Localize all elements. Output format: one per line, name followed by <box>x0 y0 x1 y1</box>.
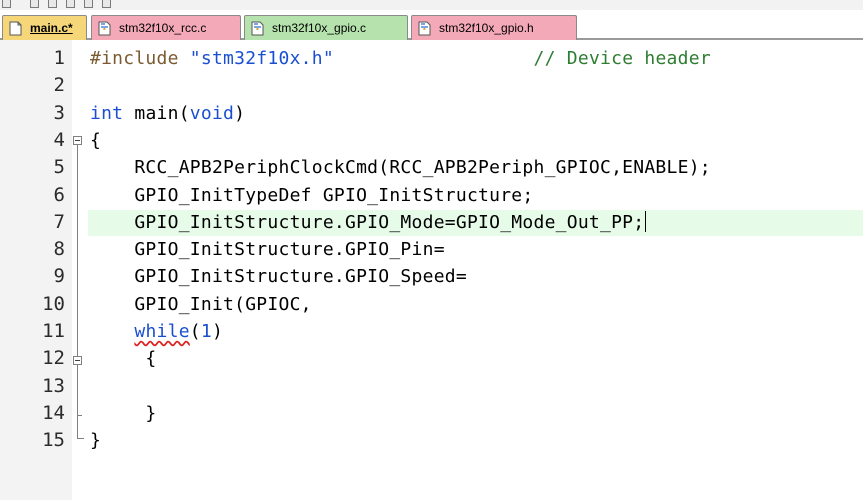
code-token: GPIO_InitStructure.GPIO_Pin= <box>90 239 445 261</box>
tab-label: main.c* <box>30 21 73 35</box>
fold-toggle-icon[interactable] <box>73 136 82 145</box>
line-number: 8 <box>53 238 65 261</box>
toolbar-button[interactable] <box>30 0 39 8</box>
text-cursor <box>645 210 647 232</box>
code-token: main( <box>123 102 190 124</box>
code-line[interactable]: 11 while(1) <box>0 318 863 345</box>
code-line[interactable]: 8 GPIO_InitStructure.GPIO_Pin= <box>0 236 863 263</box>
line-number: 2 <box>53 74 65 97</box>
code-token: } <box>90 402 157 424</box>
number-token: 1 <box>200 321 212 342</box>
line-number: 15 <box>42 429 65 452</box>
tab-main-c[interactable]: main.c* <box>2 15 87 40</box>
code-line[interactable]: 4{ <box>0 127 863 154</box>
code-text[interactable]: GPIO_InitStructure.GPIO_Speed= <box>90 263 467 290</box>
code-line[interactable]: 1 #include "stm32f10x.h" // Device header <box>0 45 863 72</box>
code-text[interactable]: } <box>90 400 157 427</box>
line-number: 10 <box>42 292 65 315</box>
tab-stm32f10x-rcc-c[interactable]: stm32f10x_rcc.c <box>91 15 241 40</box>
code-text[interactable]: #include "stm32f10x.h" // Device header <box>90 45 711 72</box>
code-editor[interactable]: 1 #include "stm32f10x.h" // Device header… <box>0 40 863 500</box>
file-icon <box>9 21 22 36</box>
code-token: ) <box>234 102 246 124</box>
toolbar-button[interactable] <box>48 0 57 8</box>
code-text[interactable]: GPIO_Init(GPIOC, <box>90 291 312 318</box>
fold-marker-while[interactable] <box>72 347 84 428</box>
code-token: ) <box>211 321 224 342</box>
toolbar-button[interactable] <box>84 0 93 8</box>
code-token: GPIO_InitStructure.GPIO_Mode=GPIO_Mode_O… <box>90 211 645 233</box>
tab-stm32f10x-gpio-h[interactable]: stm32f10x_gpio.h <box>411 15 577 40</box>
source-file-icon <box>251 21 264 36</box>
code-text[interactable]: } <box>90 427 101 454</box>
code-text[interactable]: RCC_APB2PeriphClockCmd(RCC_APB2Periph_GP… <box>90 154 711 181</box>
code-line[interactable]: 3 int main(void) <box>0 100 863 127</box>
source-file-icon <box>418 21 431 36</box>
string-token: "stm32f10x.h" <box>189 48 334 69</box>
tab-label: stm32f10x_gpio.h <box>439 21 534 35</box>
toolbar-button[interactable] <box>2 0 11 8</box>
line-number: 4 <box>53 128 65 151</box>
code-line[interactable]: 14 } <box>0 400 863 427</box>
code-token: GPIO_InitStructure.GPIO_Speed= <box>90 266 467 288</box>
code-text[interactable]: GPIO_InitStructure.GPIO_Pin= <box>90 236 445 263</box>
code-line[interactable]: 2 <box>0 72 863 99</box>
code-line[interactable]: 7 GPIO_InitStructure.GPIO_Mode=GPIO_Mode… <box>0 209 863 236</box>
fold-toggle-icon[interactable] <box>73 356 82 365</box>
code-line[interactable]: 5 RCC_APB2PeriphClockCmd(RCC_APB2Periph_… <box>0 154 863 181</box>
line-number: 5 <box>53 156 65 179</box>
tab-label: stm32f10x_gpio.c <box>272 21 367 35</box>
code-token: ( <box>189 321 201 342</box>
code-text[interactable]: while(1) <box>90 318 223 345</box>
keyword-token: void <box>189 102 235 124</box>
code-text[interactable]: { <box>90 127 101 154</box>
editor-tab-bar: main.c* stm32f10x_rcc.c stm32f10x_gpio.c… <box>0 10 863 40</box>
preprocessor-token: #include <box>90 48 190 69</box>
code-line[interactable]: 15} <box>0 427 863 454</box>
comment-token: // Device header <box>533 48 711 69</box>
keyword-token: int <box>90 102 124 124</box>
code-token: GPIO_Init(GPIOC, <box>90 293 312 315</box>
toolbar-button[interactable] <box>102 0 111 8</box>
code-token: } <box>90 430 102 452</box>
code-token: GPIO_InitTypeDef GPIO_InitStructure; <box>90 184 534 206</box>
code-text[interactable]: int main(void) <box>90 100 245 127</box>
line-number: 7 <box>53 210 65 233</box>
line-number: 14 <box>42 401 65 424</box>
source-file-icon <box>98 21 111 36</box>
code-line[interactable]: 10 GPIO_Init(GPIOC, <box>0 291 863 318</box>
toolbar-button[interactable] <box>66 0 75 8</box>
line-number: 13 <box>42 374 65 397</box>
code-token: RCC_APB2PeriphClockCmd(RCC_APB2Periph_GP… <box>90 157 711 179</box>
code-text[interactable]: { <box>90 345 157 372</box>
code-line[interactable]: 9 GPIO_InitStructure.GPIO_Speed= <box>0 263 863 290</box>
line-number: 3 <box>53 101 65 124</box>
tab-label: stm32f10x_rcc.c <box>119 21 207 35</box>
keyword-token: while <box>134 321 190 342</box>
line-number: 1 <box>53 47 65 69</box>
code-text[interactable]: GPIO_InitTypeDef GPIO_InitStructure; <box>90 182 533 209</box>
code-line[interactable]: 12 { <box>0 345 863 372</box>
line-number: 11 <box>42 320 65 342</box>
code-text[interactable]: GPIO_InitStructure.GPIO_Mode=GPIO_Mode_O… <box>90 209 647 236</box>
line-number: 6 <box>53 183 65 206</box>
code-line[interactable]: 6 GPIO_InitTypeDef GPIO_InitStructure; <box>0 182 863 209</box>
code-token: { <box>90 348 157 370</box>
line-number: 9 <box>53 265 65 288</box>
tab-stm32f10x-gpio-c[interactable]: stm32f10x_gpio.c <box>244 15 408 40</box>
line-number: 12 <box>42 347 65 370</box>
code-line[interactable]: 13 <box>0 373 863 400</box>
code-token: { <box>90 129 102 151</box>
